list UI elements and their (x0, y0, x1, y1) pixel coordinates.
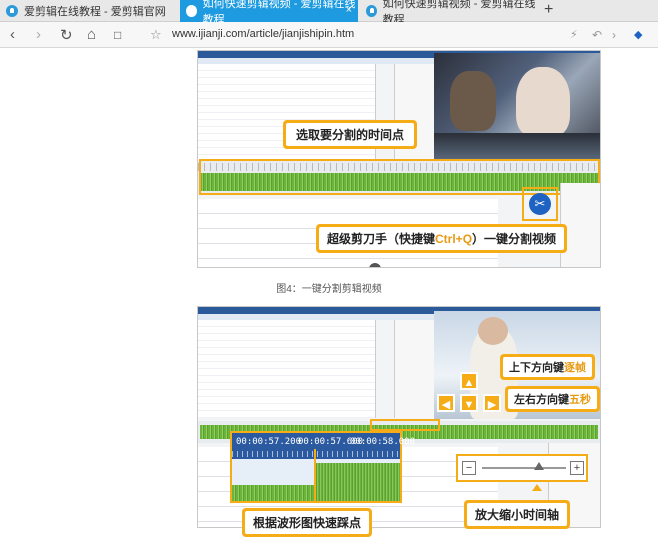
video-preview (434, 53, 600, 161)
navigation-bar: ‹ › ↻ ⌂ □ ☆ www.ijianji.com/article/jian… (0, 22, 658, 48)
callout-text-pre: 超级剪刀手（快捷键 (327, 232, 436, 246)
settings-panel (394, 320, 434, 418)
paw-icon[interactable]: ◆ (634, 28, 642, 41)
callout-text-pre: 上下方向键 (509, 362, 564, 374)
undo-icon[interactable]: ↶ (592, 28, 602, 42)
lightning-icon[interactable]: ⚡ (570, 28, 578, 41)
callout-label: 根据波形图快速踩点 (245, 511, 370, 534)
tab-label: 爱剪辑在线教程 - 爱剪辑官网 (24, 6, 166, 18)
callout-super-scissors: 超级剪刀手（快捷键Ctrl+Q）一键分割视频 (316, 224, 568, 253)
timeline-zoom-control: − + (456, 454, 588, 482)
play-marker-icon (369, 263, 381, 267)
site-favicon-icon (186, 5, 197, 17)
home-icon[interactable]: ⌂ (87, 26, 96, 43)
arrow-left-icon: ◀ (437, 394, 455, 412)
arrow-right-icon: ▶ (483, 394, 501, 412)
reload-icon[interactable]: ↻ (60, 26, 73, 44)
zoom-wave-area (232, 459, 400, 501)
zoom-in-button[interactable]: + (570, 461, 584, 475)
article-content: ✂ 选取要分割的时间点 超级剪刀手（快捷键Ctrl+Q）一键分割视频 图4：一键… (0, 48, 658, 537)
zoom-out-button[interactable]: − (462, 461, 476, 475)
zoom-pointer-icon (532, 484, 542, 491)
video-scene-bottom (434, 133, 600, 161)
callout-zoom-timeline: 放大缩小时间轴 (464, 500, 571, 529)
tab-bar: 爱剪辑在线教程 - 爱剪辑官网 如何快速剪辑视频 - 爱剪辑在线教程 × 如何快… (0, 0, 658, 26)
callout-text-post: ）一键分割视频 (472, 232, 557, 246)
forward-icon[interactable]: › (36, 26, 41, 43)
callout-label: 上下方向键逐帧 (503, 357, 592, 377)
site-favicon-icon (6, 5, 18, 17)
playhead-marker[interactable] (314, 449, 316, 503)
tab-active-article[interactable]: 如何快速剪辑视频 - 爱剪辑在线教程 × (180, 0, 358, 26)
figure-caption: 图4：一键分割剪辑视频 (276, 284, 382, 295)
scissors-icon[interactable]: ✂ (529, 193, 551, 215)
callout-select-split-point: 选取要分割的时间点 (283, 120, 418, 149)
callout-highlight: 逐帧 (564, 362, 586, 374)
tab-article-duplicate[interactable]: 如何快速剪辑视频 - 爱剪辑在线教程 (360, 0, 538, 26)
star-icon[interactable]: ☆ (150, 27, 162, 43)
timecode-3: 00:00:58.000 (350, 437, 416, 447)
address-bar[interactable]: www.ijianji.com/article/jianjishipin.htm (172, 28, 354, 40)
actor-face (478, 317, 508, 345)
timecode-1: 00:00:57.200 (236, 437, 302, 447)
close-tab-icon[interactable]: × (346, 4, 352, 16)
callout-shortcut: Ctrl+Q (435, 232, 473, 246)
callout-leftright-keys: 左右方向键五秒 (505, 386, 600, 412)
timeline-selection (370, 419, 440, 431)
callout-highlight: 五秒 (569, 394, 591, 406)
callout-updown-keys: 上下方向键逐帧 (500, 354, 595, 380)
zoom-waveform (316, 463, 400, 501)
reader-icon[interactable]: □ (114, 28, 121, 42)
zoom-waveform-low (232, 485, 316, 501)
callout-label: 左右方向键五秒 (508, 389, 597, 409)
clip-list (198, 320, 376, 418)
back-icon[interactable]: ‹ (10, 26, 15, 43)
waveform-zoom-popout: 00:00:57.200 00:00:57.600 00:00:58.000 (230, 431, 415, 503)
actor-figure (450, 71, 496, 131)
arrow-up-icon: ▲ (460, 372, 478, 390)
site-favicon-icon (366, 5, 377, 17)
callout-label: 超级剪刀手（快捷键Ctrl+Q）一键分割视频 (319, 227, 565, 250)
tab-ijianji-home[interactable]: 爱剪辑在线教程 - 爱剪辑官网 (0, 0, 178, 22)
actress-figure (516, 67, 570, 137)
zoom-slider-thumb[interactable] (534, 462, 544, 470)
callout-label: 选取要分割的时间点 (286, 123, 415, 146)
callout-label: 放大缩小时间轴 (467, 503, 568, 526)
new-tab-button[interactable]: + (544, 1, 553, 19)
zoom-slider-track[interactable] (482, 467, 566, 469)
forward-arrow-icon[interactable]: › (612, 28, 616, 42)
arrow-down-icon: ▼ (460, 394, 478, 412)
callout-text-pre: 左右方向键 (514, 394, 569, 406)
zoom-ruler (232, 451, 400, 457)
